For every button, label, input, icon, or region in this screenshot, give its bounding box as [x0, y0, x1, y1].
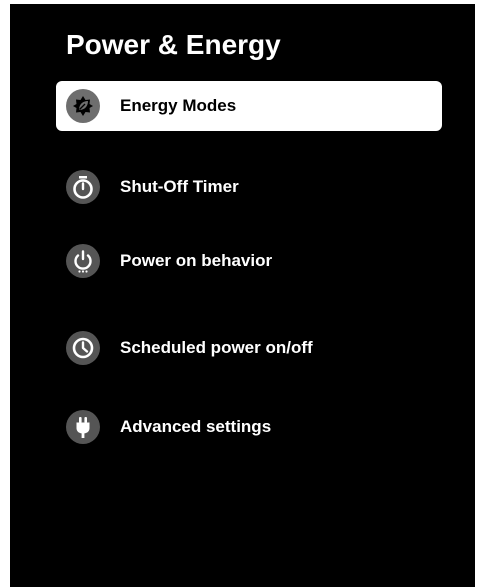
page-title: Power & Energy	[66, 29, 281, 60]
menu-item-label: Advanced settings	[120, 417, 272, 436]
menu-item-label: Energy Modes	[120, 96, 237, 115]
menu-item-power-on-behavior[interactable]: Power on behavior	[56, 236, 442, 286]
plug-icon	[66, 410, 100, 444]
power-icon	[66, 244, 100, 278]
menu-item-shut-off-timer[interactable]: Shut-Off Timer	[56, 162, 442, 212]
clock-icon	[66, 331, 100, 365]
menu-item-label: Shut-Off Timer	[120, 177, 239, 196]
menu-item-label: Power on behavior	[120, 251, 273, 270]
menu-item-scheduled-power[interactable]: Scheduled power on/off	[56, 323, 442, 373]
energy-leaf-icon	[66, 89, 100, 123]
settings-screen: Power & Energy Energy Modes Shut-Off Tim…	[10, 4, 475, 587]
menu-item-energy-modes[interactable]: Energy Modes	[56, 81, 442, 131]
timer-icon	[66, 170, 100, 204]
menu-item-advanced-settings[interactable]: Advanced settings	[56, 402, 442, 452]
menu-item-label: Scheduled power on/off	[120, 338, 313, 357]
